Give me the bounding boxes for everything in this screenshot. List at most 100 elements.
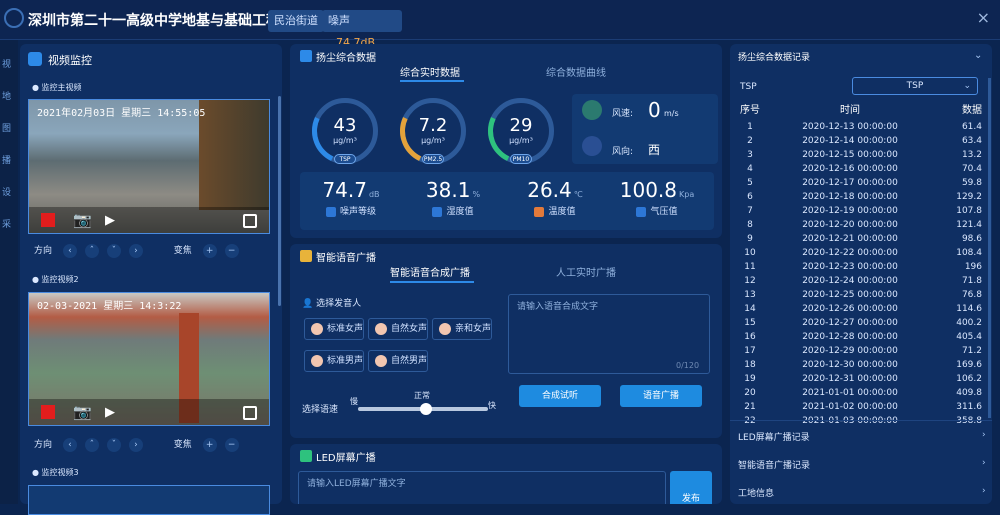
cam2-video[interactable]: 02-03-2021 星期三 14:3:22 📷 ▶ [28,292,270,426]
tab-curve[interactable]: 综合数据曲线 [546,64,606,79]
row-time: 2020-12-26 00:00:00 [802,304,898,314]
table-row: 17 2020-12-29 00:00:00 71.2 [730,344,984,358]
ptz-down-icon[interactable]: ˇ [106,438,121,452]
row-value: 106.2 [956,374,982,384]
logo-icon [4,8,24,28]
broadcast-icon [300,250,312,262]
tab-live[interactable]: 人工实时广播 [556,264,616,279]
row-index: 12 [744,276,756,286]
record-button[interactable] [41,213,55,227]
sidebar-item-collect[interactable]: 采 [2,218,16,232]
row-index: 13 [744,290,756,300]
led-text-input[interactable]: 请输入LED屏幕广播文字 [298,471,666,504]
sidebar-item-map[interactable]: 地 [2,90,16,104]
table-row: 22 2021-01-03 00:00:00 358.8 [730,414,984,428]
direction-label: 方向 [34,246,53,256]
row-index: 22 [744,416,756,426]
pressure-icon [636,206,647,217]
voice-standard-male[interactable]: 标准男声 [304,350,364,372]
speed-slow: 慢 [350,397,358,406]
sidebar-item-chart[interactable]: 图 [2,122,16,136]
publish-button[interactable]: 发布 [670,471,712,504]
cam1-video[interactable]: 2021年02月03日 星期三 14:55:05 📷 ▶ [28,99,270,234]
cam3-video[interactable] [28,485,270,515]
cam1-label: ● 监控主视频 [32,83,82,92]
row-index: 15 [744,318,756,328]
table-row: 21 2021-01-02 00:00:00 311.6 [730,400,984,414]
ptz-right-icon[interactable]: › [128,438,143,452]
ptz-left-icon[interactable]: ‹ [62,438,77,452]
metric-temperature: 26.4 ℃ 温度值 [527,178,583,217]
chevron-down-icon[interactable]: ⌄ [974,50,982,61]
row-time: 2020-12-18 00:00:00 [802,192,898,202]
snapshot-icon[interactable]: 📷 [73,403,92,421]
voice-natural-female[interactable]: 自然女声 [368,318,428,340]
speed-fast: 快 [488,401,496,410]
video-panel-title: 视频监控 [48,54,92,67]
led-records-link[interactable]: LED屏幕广播记录 › [738,430,986,443]
row-value: 59.8 [961,178,982,188]
wind-dir-value: 西 [648,143,661,157]
record-button[interactable] [41,405,55,419]
row-time: 2020-12-23 00:00:00 [802,262,898,272]
temperature-icon [534,206,545,217]
tab-synth[interactable]: 智能语音合成广播 [390,264,470,279]
table-row: 14 2020-12-26 00:00:00 114.6 [730,302,984,316]
wind-box: 风速: 0 m/s 风向: 西 [572,94,718,164]
sidebar-item-device[interactable]: 设 [2,186,16,200]
wind-speed-label: 风速: [612,109,634,119]
gauge-pm10-tag: PM10 [510,154,532,164]
ptz-up-icon[interactable]: ˆ [84,438,99,452]
row-value: 13.2 [961,150,982,160]
table-row: 19 2020-12-31 00:00:00 106.2 [730,372,984,386]
table-row: 15 2020-12-27 00:00:00 400.2 [730,316,984,330]
ptz-down-icon[interactable]: ˇ [106,244,121,258]
zoom-in-icon[interactable]: + [202,438,217,452]
row-time: 2020-12-29 00:00:00 [802,346,898,356]
speed-slider-handle[interactable] [420,403,432,415]
wind-speed-value: 0 [648,98,661,122]
site-info-link[interactable]: 工地信息 › [738,486,986,499]
table-row: 1 2020-12-13 00:00:00 61.4 [730,120,984,134]
fullscreen-icon[interactable] [243,406,257,420]
voice-gentle-female[interactable]: 亲和女声 [432,318,492,340]
voice-standard-female[interactable]: 标准女声 [304,318,364,340]
row-value: 196 [964,262,982,272]
chevron-right-icon: › [982,430,986,440]
video-record-icon[interactable]: ▶ [105,405,115,420]
ptz-right-icon[interactable]: › [128,244,143,258]
video-scrollbar[interactable] [278,96,281,306]
records-scrollbar[interactable] [988,78,991,418]
gauge-tsp-unit: μg/m³ [333,136,357,145]
broadcast-button[interactable]: 语音广播 [620,385,702,407]
zoom-in-icon[interactable]: + [202,244,217,258]
row-value: 409.8 [956,388,982,398]
close-icon[interactable]: × [977,8,990,27]
ptz-left-icon[interactable]: ‹ [62,244,77,258]
row-value: 358.8 [956,416,982,426]
voice-natural-male[interactable]: 自然男声 [368,350,428,372]
filter-select[interactable]: TSP ⌄ [852,77,978,95]
video-record-icon[interactable]: ▶ [105,213,115,228]
row-value: 400.2 [956,318,982,328]
zoom-out-icon[interactable]: − [224,438,239,452]
table-row: 7 2020-12-19 00:00:00 107.8 [730,204,984,218]
voice-records-link[interactable]: 智能语音广播记录 › [738,458,986,471]
tab-realtime[interactable]: 综合实时数据 [400,64,460,79]
preview-button[interactable]: 合成试听 [519,385,601,407]
snapshot-icon[interactable]: 📷 [73,211,92,229]
row-index: 3 [747,150,753,160]
fullscreen-icon[interactable] [243,214,257,228]
gauge-pm10-unit: μg/m³ [509,136,533,145]
sidebar-item-broadcast[interactable]: 播 [2,154,16,168]
table-row: 4 2020-12-16 00:00:00 70.4 [730,162,984,176]
sidebar-item-video[interactable]: 视 [2,58,16,72]
zoom-out-icon[interactable]: − [224,244,239,258]
led-icon [300,450,312,462]
row-index: 9 [747,234,753,244]
row-value: 71.8 [961,276,982,286]
row-time: 2020-12-24 00:00:00 [802,276,898,286]
table-row: 12 2020-12-24 00:00:00 71.8 [730,274,984,288]
row-index: 1 [747,122,753,132]
ptz-up-icon[interactable]: ˆ [84,244,99,258]
